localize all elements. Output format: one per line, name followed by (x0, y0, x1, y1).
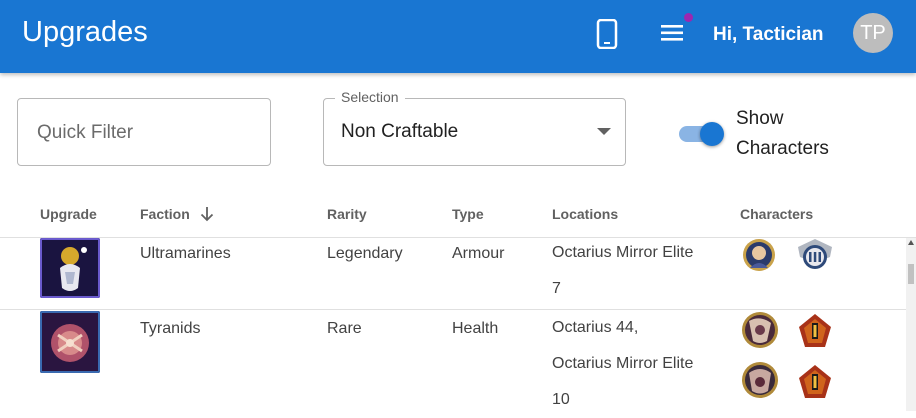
column-header-locations[interactable]: Locations (552, 206, 618, 222)
character-portrait-icon[interactable] (742, 238, 776, 272)
rank-badge-icon[interactable] (797, 313, 833, 349)
column-header-type[interactable]: Type (452, 206, 484, 222)
page-title: Upgrades (22, 16, 148, 48)
selection-label: Selection (335, 89, 405, 105)
locations-cell: Octarius Mirror Elite 7 (552, 235, 722, 307)
ultramarines-rank-badge-icon[interactable] (794, 237, 836, 273)
toggle-thumb (700, 122, 724, 146)
avatar[interactable]: TP (853, 13, 893, 53)
show-characters-label: Show Characters (736, 108, 829, 159)
header-divider (0, 237, 916, 238)
row-divider (0, 309, 916, 310)
selection-select[interactable]: Selection Non Craftable (323, 89, 626, 166)
rarity-cell: Legendary (327, 245, 403, 262)
location-item[interactable]: 7 (552, 271, 722, 307)
locations-cell: Octarius 44, Octarius Mirror Elite 10 (552, 310, 722, 418)
triangle-down-icon (597, 128, 611, 135)
table-scrollbar[interactable] (906, 238, 916, 411)
scroll-thumb[interactable] (908, 264, 914, 284)
smartphone-icon[interactable] (596, 19, 618, 49)
arrow-down-icon[interactable] (198, 205, 216, 223)
location-item[interactable]: 10 (552, 382, 722, 418)
hamburger-menu-icon (661, 25, 683, 41)
show-characters-toggle[interactable] (679, 121, 725, 147)
rank-badge-icon[interactable] (797, 364, 833, 400)
character-portrait-icon[interactable] (739, 311, 781, 349)
faction-cell: Ultramarines (140, 245, 231, 262)
quick-filter-input[interactable] (35, 119, 259, 147)
upgrade-health-image (40, 311, 100, 373)
rarity-cell: Rare (327, 320, 362, 337)
selection-value: Non Craftable (341, 121, 459, 142)
column-header-characters[interactable]: Characters (740, 206, 813, 222)
upgrade-armour-image (40, 238, 100, 298)
column-header-upgrade[interactable]: Upgrade (40, 206, 97, 222)
column-header-faction[interactable]: Faction (140, 206, 190, 222)
type-cell: Armour (452, 245, 505, 262)
type-cell: Health (452, 320, 499, 337)
faction-cell: Tyranids (140, 320, 201, 337)
app-bar: Upgrades Hi, Tactician TP (0, 0, 916, 73)
location-item[interactable]: Octarius 44, (552, 310, 722, 346)
menu-button[interactable] (660, 13, 693, 47)
scroll-up-arrow-icon[interactable] (908, 240, 914, 245)
user-greeting[interactable]: Hi, Tactician (713, 24, 824, 46)
location-item[interactable]: Octarius Mirror Elite (552, 346, 722, 382)
quick-filter-field[interactable] (17, 98, 271, 166)
character-portrait-icon[interactable] (739, 361, 781, 399)
location-item[interactable]: Octarius Mirror Elite (552, 235, 722, 271)
column-header-rarity[interactable]: Rarity (327, 206, 367, 222)
notification-dot (684, 13, 693, 22)
